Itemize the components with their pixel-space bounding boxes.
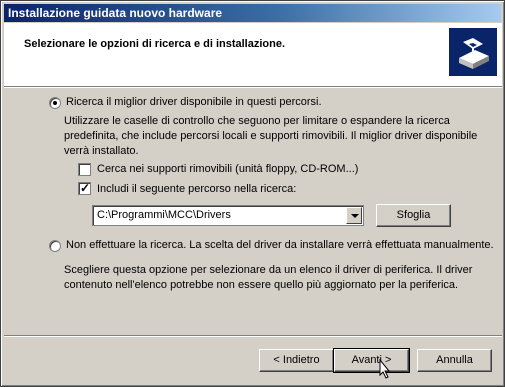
next-button[interactable]: Avanti >	[333, 348, 410, 373]
search-option-description: Utilizzare le caselle di controllo che s…	[64, 115, 478, 157]
checkmark-icon: ✓	[80, 181, 91, 195]
dropdown-button[interactable]	[346, 207, 362, 224]
include-path-label[interactable]: Includi il seguente percorso nella ricer…	[97, 183, 296, 195]
manual-option-radio[interactable]	[49, 240, 61, 252]
mouse-pointer-icon	[379, 358, 391, 382]
path-combobox[interactable]: C:\Programmi\MCC\Drivers	[92, 205, 364, 226]
search-option-label[interactable]: Ricerca il miglior driver disponibile in…	[66, 96, 322, 108]
footer-divider	[4, 335, 502, 337]
title-bar[interactable]: Installazione guidata nuovo hardware	[4, 4, 501, 22]
search-option-radio[interactable]	[49, 97, 61, 109]
removable-media-label[interactable]: Cerca nei supporti rimovibili (unità flo…	[97, 163, 358, 175]
cancel-button[interactable]: Annulla	[417, 349, 492, 372]
browse-button[interactable]: Sfoglia	[376, 204, 451, 227]
removable-media-checkbox[interactable]	[78, 163, 91, 176]
back-button[interactable]: < Indietro	[259, 349, 334, 372]
manual-option-label[interactable]: Non effettuare la ricerca. La scelta del…	[66, 239, 494, 251]
include-path-checkbox[interactable]: ✓	[78, 181, 91, 195]
chevron-down-icon	[351, 214, 359, 218]
path-value[interactable]: C:\Programmi\MCC\Drivers	[97, 209, 231, 221]
wizard-window: Installazione guidata nuovo hardware Sel…	[0, 0, 505, 387]
page-title: Selezionare le opzioni di ricerca e di i…	[24, 38, 286, 50]
wizard-header: Selezionare le opzioni di ricerca e di i…	[4, 23, 502, 87]
hardware-wizard-icon	[449, 28, 497, 76]
window-title: Installazione guidata nuovo hardware	[8, 6, 223, 20]
manual-option-description: Scegliere questa opzione per selezionare…	[64, 264, 473, 291]
header-divider	[4, 87, 502, 88]
